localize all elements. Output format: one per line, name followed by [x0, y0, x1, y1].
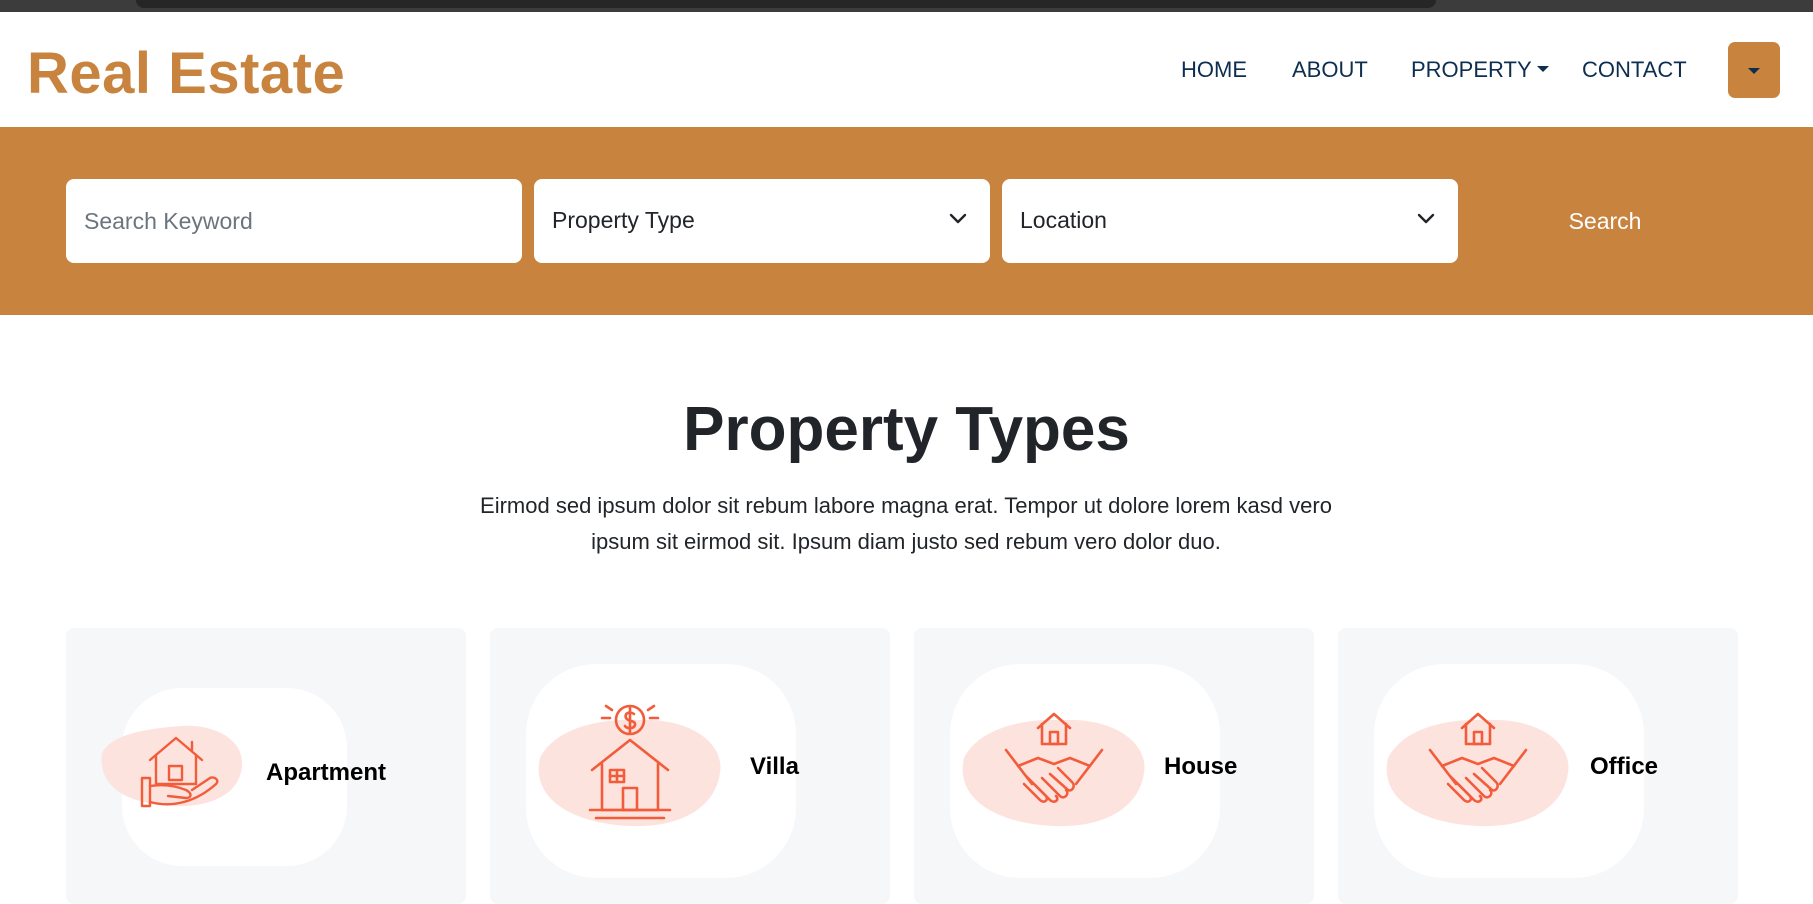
search-keyword-field	[66, 179, 522, 263]
house-dollar-icon	[538, 704, 721, 827]
nav-dropdown-toggle-button[interactable]	[1728, 42, 1780, 98]
nav-property-dropdown[interactable]: PROPERTY	[1411, 57, 1549, 83]
search-button[interactable]: Search	[1470, 179, 1740, 263]
location-select[interactable]: Location	[1002, 179, 1458, 263]
section-title: Property Types	[683, 395, 1130, 464]
property-type-select[interactable]: Property Type	[534, 179, 990, 263]
handshake-house-icon	[962, 712, 1145, 827]
property-type-card-apartment[interactable]: Apartment	[66, 628, 466, 904]
search-bar: Property Type Location Search	[0, 127, 1813, 315]
nav-home-link[interactable]: HOME	[1181, 57, 1247, 83]
property-type-label: Office	[1590, 753, 1659, 780]
chevron-down-icon	[1417, 213, 1435, 224]
navbar: Real Estate HOME ABOUT PROPERTY CONTACT	[0, 12, 1813, 127]
property-type-value: Property Type	[552, 207, 695, 233]
chevron-down-icon	[949, 213, 967, 224]
brand-logo[interactable]: Real Estate	[27, 40, 345, 107]
nav-contact-link[interactable]: CONTACT	[1582, 57, 1687, 83]
property-type-card-villa[interactable]: Villa	[490, 628, 890, 904]
browser-top-strip	[0, 0, 1813, 12]
property-type-label: House	[1164, 753, 1238, 780]
property-type-card-house[interactable]: House	[914, 628, 1314, 904]
section-description: Eirmod sed ipsum dolor sit rebum labore …	[480, 493, 1332, 554]
house-in-hand-icon	[101, 725, 242, 808]
property-type-label: Apartment	[266, 759, 387, 786]
property-type-label: Villa	[750, 753, 799, 780]
caret-down-icon	[1536, 66, 1549, 73]
property-type-card-office[interactable]: Office	[1338, 628, 1738, 904]
browser-address-bar	[136, 0, 1436, 8]
caret-down-icon	[1748, 68, 1760, 74]
search-keyword-input[interactable]	[66, 179, 522, 263]
nav-about-link[interactable]: ABOUT	[1292, 57, 1368, 83]
handshake-house-icon	[1386, 712, 1569, 827]
nav-property-label: PROPERTY	[1411, 57, 1532, 82]
location-value: Location	[1020, 207, 1107, 233]
